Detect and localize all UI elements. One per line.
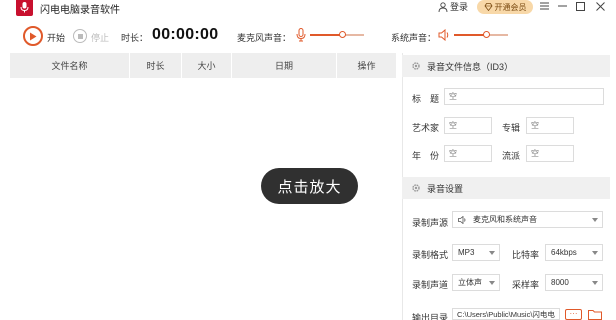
samplerate-value: 8000 bbox=[551, 278, 569, 287]
vip-label: 开通会员 bbox=[494, 2, 527, 12]
id3-genre-input[interactable] bbox=[526, 145, 574, 162]
start-label[interactable]: 开始 bbox=[47, 31, 65, 44]
gear-icon bbox=[412, 184, 420, 192]
stop-label[interactable]: 停止 bbox=[91, 31, 109, 44]
column-duration[interactable]: 时长 bbox=[130, 53, 182, 78]
chevron-down-icon bbox=[592, 251, 598, 255]
timer-display: 00:00:00 bbox=[152, 26, 219, 43]
recording-table-header: 文件名称 时长 大小 日期 操作 bbox=[10, 53, 396, 78]
id3-section-header: 录音文件信息（ID3） bbox=[402, 55, 610, 77]
chevron-down-icon bbox=[592, 218, 598, 222]
login-button[interactable]: 登录 bbox=[438, 0, 468, 13]
id3-genre-label: 流派 bbox=[502, 151, 521, 161]
id3-section-title: 录音文件信息（ID3） bbox=[427, 61, 514, 72]
id3-artist-input[interactable] bbox=[444, 117, 492, 134]
column-date[interactable]: 日期 bbox=[232, 53, 337, 78]
record-settings-header: 录音设置 bbox=[402, 177, 610, 199]
close-icon[interactable] bbox=[594, 0, 606, 12]
samplerate-label: 采样率 bbox=[512, 280, 540, 290]
stop-icon bbox=[77, 33, 83, 39]
output-dir-label: 输出目录 bbox=[412, 313, 449, 320]
mic-volume-slider[interactable] bbox=[310, 31, 364, 38]
source-label: 录制声源 bbox=[412, 218, 449, 228]
channel-value: 立体声 bbox=[458, 278, 482, 287]
id3-year-label: 年 份 bbox=[412, 151, 440, 161]
speaker-icon bbox=[458, 215, 466, 224]
app-title: 闪电电脑录音软件 bbox=[40, 5, 120, 16]
user-icon bbox=[438, 1, 448, 12]
app-logo-icon bbox=[16, 0, 33, 16]
duration-label: 时长： bbox=[121, 33, 149, 43]
title-bar: 闪电电脑录音软件 登录 开通会员 bbox=[0, 0, 616, 16]
source-value: 麦克风和系统声音 bbox=[473, 215, 537, 224]
mic-volume-knob[interactable] bbox=[338, 31, 346, 38]
bitrate-select[interactable]: 64kbps bbox=[545, 244, 603, 261]
id3-year-input[interactable] bbox=[444, 145, 492, 162]
gear-icon bbox=[412, 62, 420, 70]
minimize-icon[interactable] bbox=[556, 0, 568, 12]
chevron-down-icon bbox=[592, 281, 598, 285]
column-filename[interactable]: 文件名称 bbox=[10, 53, 130, 78]
maximize-icon[interactable] bbox=[574, 0, 586, 12]
vip-button[interactable]: 开通会员 bbox=[477, 0, 533, 14]
column-actions[interactable]: 操作 bbox=[337, 53, 396, 78]
browse-button[interactable]: ··· bbox=[565, 309, 582, 320]
id3-title-label: 标 题 bbox=[412, 94, 440, 104]
id3-album-input[interactable] bbox=[526, 117, 574, 134]
system-volume-slider[interactable] bbox=[454, 31, 508, 38]
system-volume-knob[interactable] bbox=[482, 31, 490, 38]
mic-volume-fill bbox=[310, 34, 343, 36]
id3-album-label: 专辑 bbox=[502, 123, 521, 133]
samplerate-select[interactable]: 8000 bbox=[545, 274, 603, 291]
mic-volume-label: 麦克风声音： bbox=[237, 33, 292, 43]
diamond-icon bbox=[484, 3, 492, 11]
record-settings-title: 录音设置 bbox=[427, 183, 464, 194]
column-size[interactable]: 大小 bbox=[182, 53, 232, 78]
login-label: 登录 bbox=[450, 2, 469, 12]
bitrate-label: 比特率 bbox=[512, 250, 540, 260]
bitrate-value: 64kbps bbox=[551, 248, 577, 257]
format-label: 录制格式 bbox=[412, 250, 449, 260]
app-window: 闪电电脑录音软件 登录 开通会员 开始 停止 时长： 00:00:00 麦克风声… bbox=[0, 0, 616, 320]
system-volume-fill bbox=[454, 34, 487, 36]
chevron-down-icon bbox=[489, 251, 495, 255]
menu-icon[interactable] bbox=[538, 0, 550, 12]
zoom-overlay-button[interactable]: 点击放大 bbox=[261, 168, 358, 204]
start-button[interactable] bbox=[23, 26, 43, 46]
channel-label: 录制声道 bbox=[412, 280, 449, 290]
microphone-icon[interactable] bbox=[296, 28, 306, 42]
system-volume-label: 系统声音： bbox=[391, 33, 437, 43]
stop-button[interactable] bbox=[73, 29, 87, 43]
folder-icon[interactable] bbox=[588, 309, 602, 320]
format-value: MP3 bbox=[458, 248, 475, 257]
channel-select[interactable]: 立体声 bbox=[452, 274, 500, 291]
source-select[interactable]: 麦克风和系统声音 bbox=[452, 211, 603, 228]
speaker-icon[interactable] bbox=[438, 29, 451, 41]
format-select[interactable]: MP3 bbox=[452, 244, 500, 261]
id3-title-input[interactable] bbox=[444, 88, 604, 105]
output-dir-input[interactable] bbox=[452, 308, 560, 320]
id3-artist-label: 艺术家 bbox=[412, 123, 440, 133]
play-icon bbox=[30, 32, 37, 40]
chevron-down-icon bbox=[489, 281, 495, 285]
